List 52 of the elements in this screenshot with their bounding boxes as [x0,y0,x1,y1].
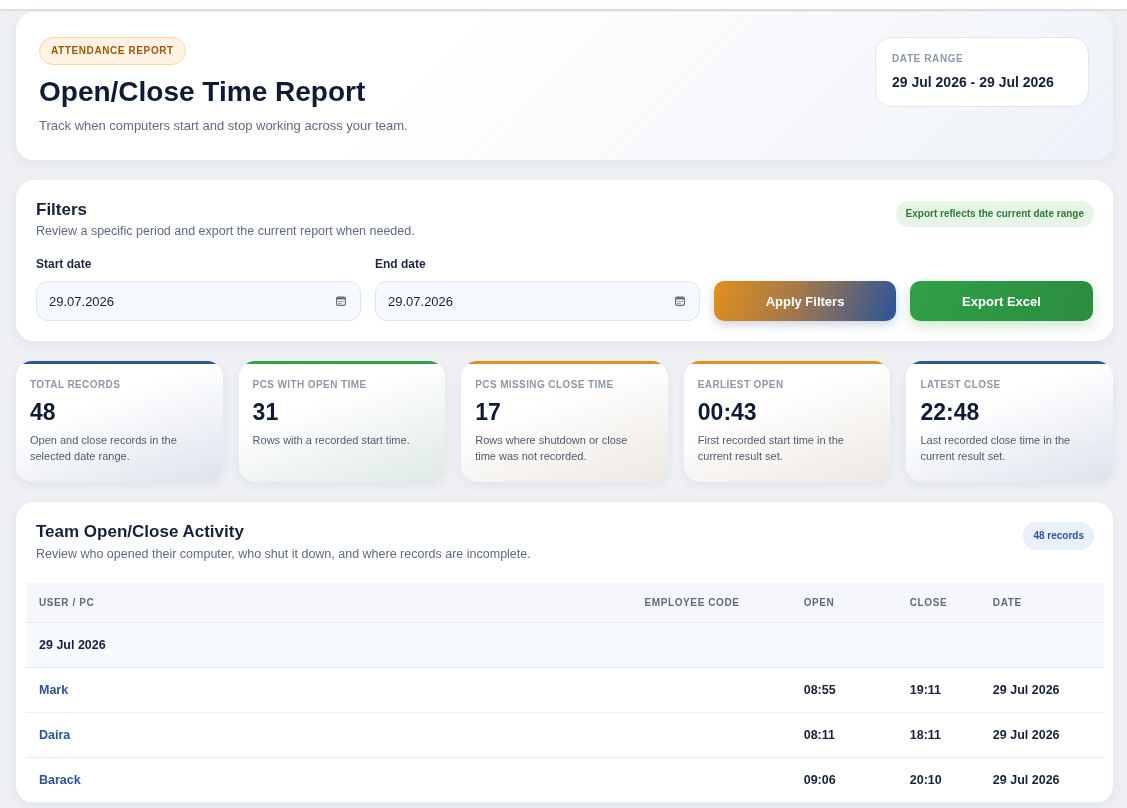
date-range-value: 29 Jul 2026 - 29 Jul 2026 [892,74,1055,90]
filters-subtitle: Review a specific period and export the current report when needed. [36,224,415,238]
open-time-cell: 08:11 [790,712,897,758]
open-time-cell: 09:06 [790,757,897,803]
report-type-tag: ATTENDANCE REPORT [39,37,186,65]
record-count-tag: 48 records [1023,522,1094,550]
calendar-icon [675,296,685,306]
stat-value: 22:48 [920,398,981,426]
stat-description: First recorded start time in the current result set. [697,433,845,464]
date-cell: 29 Jul 2026 [979,757,1104,803]
stat-description: Last recorded close time in the current result set. [920,433,1072,464]
export-button[interactable]: Export Excel [910,281,1093,321]
calendar-icon [336,296,346,306]
stat-value: 00:43 [697,398,758,426]
close-time-cell: 18:11 [896,712,980,758]
stat-label: EARLIEST OPEN [697,379,785,391]
stat-value: 31 [252,398,280,426]
date-input[interactable]: 29.07.2026 [36,281,361,321]
stat-description: Rows where shutdown or close time was not recorded. [475,433,629,464]
column-header: DATE [979,582,1104,623]
close-time-cell: 20:10 [896,757,980,803]
stat-label: TOTAL RECORDS [30,379,122,391]
page-subtitle: Track when computers start and stop working across your team. [39,118,408,133]
open-time-cell: 08:55 [790,667,897,713]
user-link[interactable]: Mark [39,683,69,697]
field-label: End date [375,256,427,272]
column-header: CLOSE [896,582,980,623]
apply-filters-button[interactable]: Apply Filters [714,281,896,321]
export-note-tag: Export reflects the current date range [895,201,1094,227]
activity-subtitle: Review who opened their computer, who shut it down, and where records are incomplete. [36,547,531,561]
user-link[interactable]: Barack [39,773,81,787]
field-label: Start date [36,256,93,272]
stat-description: Open and close records in the selected date range. [30,433,178,464]
page-title: Open/Close Time Report [39,75,367,109]
date-cell: 29 Jul 2026 [979,712,1104,758]
stat-label: PCS WITH OPEN TIME [252,379,368,391]
column-header: OPEN [790,582,897,623]
user-link[interactable]: Daira [39,728,71,742]
date-cell: 29 Jul 2026 [979,667,1104,713]
group-header-row: 29 Jul 2026 [26,622,1104,668]
stat-label: LATEST CLOSE [920,379,1002,391]
date-input[interactable]: 29.07.2026 [375,281,700,321]
column-header: USER / PC [26,582,632,623]
stat-description: Rows with a recorded start time. [252,433,411,448]
date-range-label: DATE RANGE [892,53,965,64]
close-time-cell: 19:11 [896,667,980,713]
stat-label: PCS MISSING CLOSE TIME [475,379,615,391]
stat-value: 48 [30,398,57,426]
filters-title: Filters [36,199,89,221]
column-header: EMPLOYEE CODE [631,582,791,623]
stat-value: 17 [475,398,502,426]
activity-title: Team Open/Close Activity [36,521,245,543]
